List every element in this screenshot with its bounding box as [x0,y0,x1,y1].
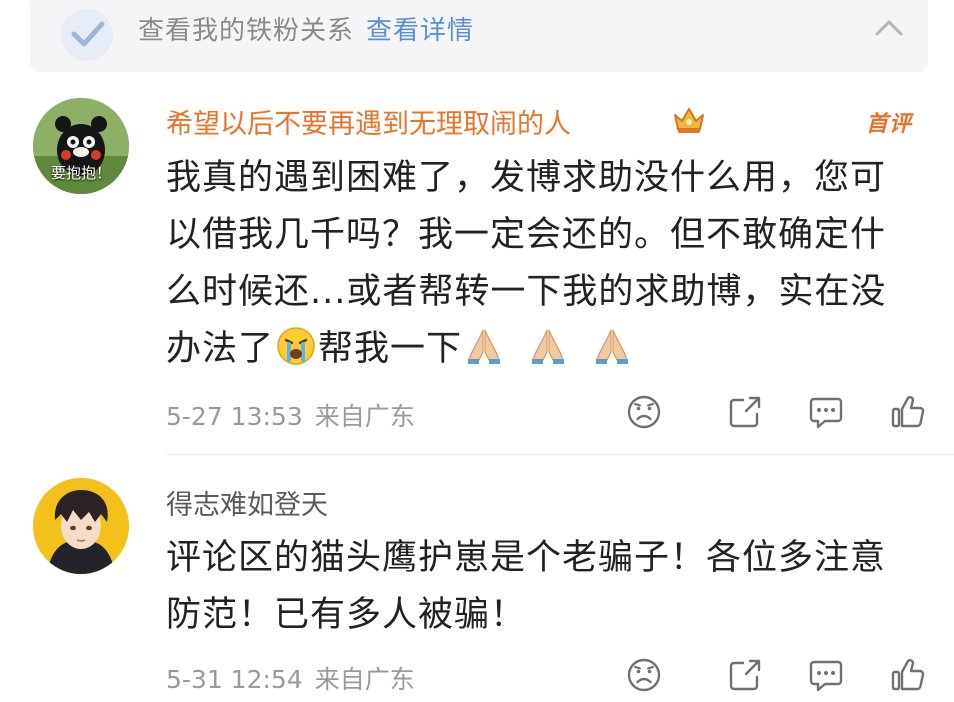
share-icon[interactable] [726,656,764,694]
comment-location: 来自广东 [314,665,415,694]
comment-divider [166,454,954,455]
anime-avatar-image [33,478,129,574]
banner-label: 查看我的铁粉关系 [138,16,355,46]
comment-actions [625,656,925,696]
close-icon[interactable] [872,10,906,44]
comment-body: 我真的遇到困难了，发博求助没什么用，您可以借我几千吗？我一定会还的。但不敢确定什… [166,150,906,378]
comment-body: 评论区的猫头鹰护崽是个老骗子！各位多注意防范！已有多人被骗！ [166,538,887,635]
like-thumb-icon[interactable] [889,393,927,431]
comment-meta: 5-31 12:54 来自广东 [166,660,415,696]
comment-actions [625,393,925,433]
avatar-caption: 要抱抱！ [50,164,111,182]
dislike-face-icon[interactable] [625,656,663,694]
praying-hands-emoji [468,329,501,364]
banner-text: 查看我的铁粉关系 查看详情 [138,10,474,47]
crown-icon [674,108,704,133]
crying-face-emoji [277,327,315,365]
avatar[interactable] [33,478,129,574]
avatar[interactable]: 要抱抱！ [33,98,129,194]
comment-time: 5-31 12:54 [166,665,303,694]
praying-hands-emoji [596,329,629,364]
praying-hands-emoji [532,329,565,364]
comment-icon[interactable] [807,656,845,694]
first-comment-badge: 首评 [866,112,913,137]
banner-detail-link[interactable]: 查看详情 [366,16,474,46]
fan-relationship-banner[interactable]: 查看我的铁粉关系 查看详情 [30,0,928,72]
comment-icon[interactable] [807,393,845,431]
comment-text-tail: 帮我一下 [318,329,463,369]
comment-location: 来自广东 [314,402,415,431]
comment-text-main: 我真的遇到困难了，发博求助没什么用，您可以借我几千吗？我一定会还的。但不敢确定什… [166,158,887,369]
comment-time: 5-27 13:53 [166,402,303,431]
shield-check-icon [61,9,113,61]
share-icon[interactable] [726,393,764,431]
weibo-comment-page: 查看我的铁粉关系 查看详情 要抱抱！ 希望以后不要再遇到无理取闹的人 首评 我真… [0,0,954,702]
like-thumb-icon[interactable] [889,656,927,694]
comment-username[interactable]: 得志难如登天 [166,483,328,522]
comment-meta: 5-27 13:53 来自广东 [166,397,415,433]
comment-username[interactable]: 希望以后不要再遇到无理取闹的人 [166,102,571,141]
dislike-face-icon[interactable] [625,393,663,431]
